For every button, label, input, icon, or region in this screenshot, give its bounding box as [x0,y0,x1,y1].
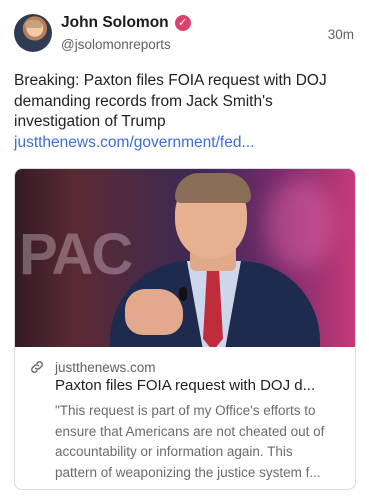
link-icon [31,361,43,373]
description-line: accountability or information again. Thi… [55,444,293,459]
link-domain-row: justthenews.com [29,359,156,375]
speaker-hair [175,173,251,203]
link-preview-body: justthenews.com Paxton files FOIA reques… [15,347,355,489]
description-line: ensure that Americans are not cheated ou… [55,423,325,439]
author-name[interactable]: John Solomon [61,14,169,32]
post-text: Breaking: Paxton files FOIA request with… [14,71,354,153]
link-description: "This request is part of my Office's eff… [55,401,347,483]
post-link[interactable]: justthenews.com/government/fed... [14,134,254,151]
speaker-hand [125,289,183,335]
background-light [265,179,335,269]
post-body: Breaking: Paxton files FOIA request with… [14,72,327,130]
verified-badge-icon: ✓ [174,15,191,31]
description-line: "This request is part of my Office's eff… [55,403,316,418]
author-name-row: John Solomon ✓ [61,14,191,32]
post-timestamp: 30m [327,27,354,42]
background-signage: PAC [19,222,133,287]
description-line: pattern of weaponizing the justice syste… [55,464,321,480]
author-handle[interactable]: @jsolomonreports [61,37,171,52]
author-avatar[interactable] [14,14,52,52]
link-title[interactable]: Paxton files FOIA request with DOJ d... [55,377,345,394]
link-preview-image[interactable]: PAC [15,169,355,347]
link-preview-card[interactable]: PAC justthenews.com Paxton files FOIA re… [14,168,356,490]
link-domain: justthenews.com [55,359,156,375]
microphone-icon [179,287,187,301]
